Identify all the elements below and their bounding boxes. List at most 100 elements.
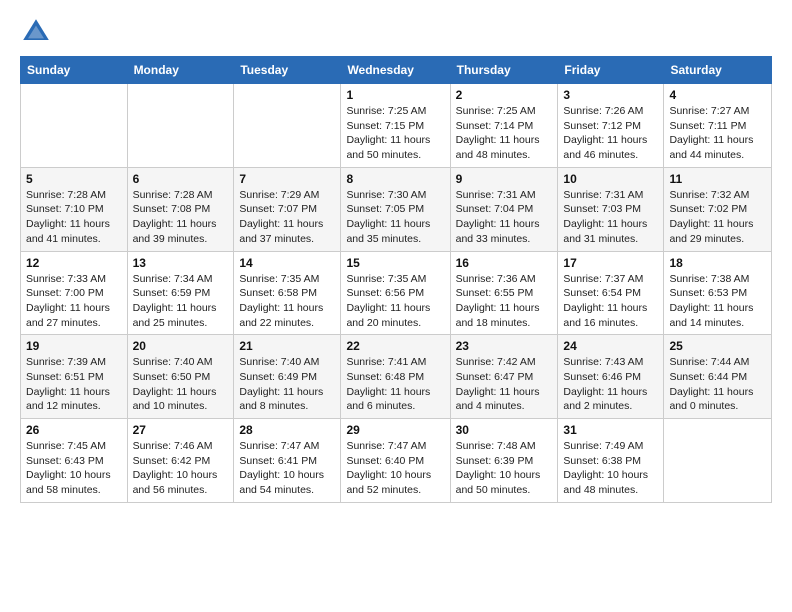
day-cell [664,419,772,503]
day-cell [127,84,234,168]
day-cell: 25 Sunrise: 7:44 AMSunset: 6:44 PMDayligh… [664,335,772,419]
day-number: 19 [26,339,122,353]
day-info: Sunrise: 7:35 AMSunset: 6:58 PMDaylight:… [239,272,335,331]
day-cell: 4 Sunrise: 7:27 AMSunset: 7:11 PMDaylight… [664,84,772,168]
day-cell: 21Sunrise: 7:40 AMSunset: 6:49 PMDayligh… [234,335,341,419]
day-info: Sunrise: 7:26 AMSunset: 7:12 PMDaylight:… [563,104,658,163]
header-sunday: Sunday [21,57,128,84]
day-info: Sunrise: 7:30 AMSunset: 7:05 PMDaylight:… [346,188,444,247]
day-cell: 1 Sunrise: 7:25 AMSunset: 7:15 PMDaylight… [341,84,450,168]
header-wednesday: Wednesday [341,57,450,84]
day-cell: 18Sunrise: 7:38 AMSunset: 6:53 PMDayligh… [664,251,772,335]
day-number: 16 [456,256,553,270]
logo [20,16,56,48]
day-number: 26 [26,423,122,437]
day-info: Sunrise: 7:32 AMSunset: 7:02 PMDaylight:… [669,188,766,247]
day-cell: 20Sunrise: 7:40 AMSunset: 6:50 PMDayligh… [127,335,234,419]
day-number: 28 [239,423,335,437]
day-cell: 2 Sunrise: 7:25 AMSunset: 7:14 PMDaylight… [450,84,558,168]
day-info: Sunrise: 7:28 AMSunset: 7:08 PMDaylight:… [133,188,229,247]
day-info: Sunrise: 7:31 AMSunset: 7:04 PMDaylight:… [456,188,553,247]
day-number: 17 [563,256,658,270]
header-friday: Friday [558,57,664,84]
day-number: 13 [133,256,229,270]
day-cell: 31 Sunrise: 7:49 AMSunset: 6:38 PMDayligh… [558,419,664,503]
day-info: Sunrise: 7:25 AMSunset: 7:14 PMDaylight:… [456,104,553,163]
day-number: 25 [669,339,766,353]
day-info: Sunrise: 7:42 AMSunset: 6:47 PMDaylight:… [456,355,553,414]
calendar-header-row: SundayMondayTuesdayWednesdayThursdayFrid… [21,57,772,84]
day-cell: 24Sunrise: 7:43 AMSunset: 6:46 PMDayligh… [558,335,664,419]
day-info: Sunrise: 7:46 AMSunset: 6:42 PMDaylight:… [133,439,229,498]
day-info: Sunrise: 7:39 AMSunset: 6:51 PMDaylight:… [26,355,122,414]
day-cell: 28 Sunrise: 7:47 AMSunset: 6:41 PMDayligh… [234,419,341,503]
day-info: Sunrise: 7:48 AMSunset: 6:39 PMDaylight:… [456,439,553,498]
day-cell: 16 Sunrise: 7:36 AMSunset: 6:55 PMDayligh… [450,251,558,335]
day-number: 22 [346,339,444,353]
day-cell: 22 Sunrise: 7:41 AMSunset: 6:48 PMDayligh… [341,335,450,419]
day-number: 12 [26,256,122,270]
week-row-1: 5 Sunrise: 7:28 AMSunset: 7:10 PMDaylight… [21,167,772,251]
day-cell [21,84,128,168]
day-number: 15 [346,256,444,270]
day-cell: 3 Sunrise: 7:26 AMSunset: 7:12 PMDaylight… [558,84,664,168]
week-row-2: 12 Sunrise: 7:33 AMSunset: 7:00 PMDayligh… [21,251,772,335]
header-tuesday: Tuesday [234,57,341,84]
page: SundayMondayTuesdayWednesdayThursdayFrid… [0,0,792,612]
day-number: 1 [346,88,444,102]
day-info: Sunrise: 7:25 AMSunset: 7:15 PMDaylight:… [346,104,444,163]
day-cell [234,84,341,168]
week-row-0: 1 Sunrise: 7:25 AMSunset: 7:15 PMDaylight… [21,84,772,168]
header-thursday: Thursday [450,57,558,84]
day-info: Sunrise: 7:28 AMSunset: 7:10 PMDaylight:… [26,188,122,247]
day-info: Sunrise: 7:43 AMSunset: 6:46 PMDaylight:… [563,355,658,414]
day-info: Sunrise: 7:37 AMSunset: 6:54 PMDaylight:… [563,272,658,331]
header-monday: Monday [127,57,234,84]
logo-icon [20,16,52,48]
day-info: Sunrise: 7:47 AMSunset: 6:41 PMDaylight:… [239,439,335,498]
day-number: 27 [133,423,229,437]
day-cell: 19 Sunrise: 7:39 AMSunset: 6:51 PMDayligh… [21,335,128,419]
day-cell: 26 Sunrise: 7:45 AMSunset: 6:43 PMDayligh… [21,419,128,503]
day-info: Sunrise: 7:44 AMSunset: 6:44 PMDaylight:… [669,355,766,414]
day-number: 11 [669,172,766,186]
day-number: 4 [669,88,766,102]
day-number: 5 [26,172,122,186]
day-info: Sunrise: 7:31 AMSunset: 7:03 PMDaylight:… [563,188,658,247]
day-number: 21 [239,339,335,353]
day-number: 9 [456,172,553,186]
day-info: Sunrise: 7:38 AMSunset: 6:53 PMDaylight:… [669,272,766,331]
day-info: Sunrise: 7:36 AMSunset: 6:55 PMDaylight:… [456,272,553,331]
week-row-4: 26 Sunrise: 7:45 AMSunset: 6:43 PMDayligh… [21,419,772,503]
day-info: Sunrise: 7:49 AMSunset: 6:38 PMDaylight:… [563,439,658,498]
day-number: 31 [563,423,658,437]
day-cell: 14 Sunrise: 7:35 AMSunset: 6:58 PMDayligh… [234,251,341,335]
day-info: Sunrise: 7:45 AMSunset: 6:43 PMDaylight:… [26,439,122,498]
day-cell: 13 Sunrise: 7:34 AMSunset: 6:59 PMDayligh… [127,251,234,335]
day-info: Sunrise: 7:35 AMSunset: 6:56 PMDaylight:… [346,272,444,331]
day-info: Sunrise: 7:33 AMSunset: 7:00 PMDaylight:… [26,272,122,331]
day-cell: 23 Sunrise: 7:42 AMSunset: 6:47 PMDayligh… [450,335,558,419]
day-cell: 5 Sunrise: 7:28 AMSunset: 7:10 PMDaylight… [21,167,128,251]
day-number: 20 [133,339,229,353]
day-info: Sunrise: 7:47 AMSunset: 6:40 PMDaylight:… [346,439,444,498]
day-number: 10 [563,172,658,186]
day-number: 7 [239,172,335,186]
day-cell: 9 Sunrise: 7:31 AMSunset: 7:04 PMDaylight… [450,167,558,251]
day-cell: 27 Sunrise: 7:46 AMSunset: 6:42 PMDayligh… [127,419,234,503]
day-cell: 6 Sunrise: 7:28 AMSunset: 7:08 PMDaylight… [127,167,234,251]
day-info: Sunrise: 7:41 AMSunset: 6:48 PMDaylight:… [346,355,444,414]
header-saturday: Saturday [664,57,772,84]
day-number: 3 [563,88,658,102]
day-number: 23 [456,339,553,353]
day-cell: 7Sunrise: 7:29 AMSunset: 7:07 PMDaylight… [234,167,341,251]
day-number: 14 [239,256,335,270]
day-number: 6 [133,172,229,186]
day-number: 8 [346,172,444,186]
day-info: Sunrise: 7:34 AMSunset: 6:59 PMDaylight:… [133,272,229,331]
day-info: Sunrise: 7:27 AMSunset: 7:11 PMDaylight:… [669,104,766,163]
day-cell: 10 Sunrise: 7:31 AMSunset: 7:03 PMDayligh… [558,167,664,251]
day-number: 2 [456,88,553,102]
day-cell: 15 Sunrise: 7:35 AMSunset: 6:56 PMDayligh… [341,251,450,335]
day-number: 30 [456,423,553,437]
